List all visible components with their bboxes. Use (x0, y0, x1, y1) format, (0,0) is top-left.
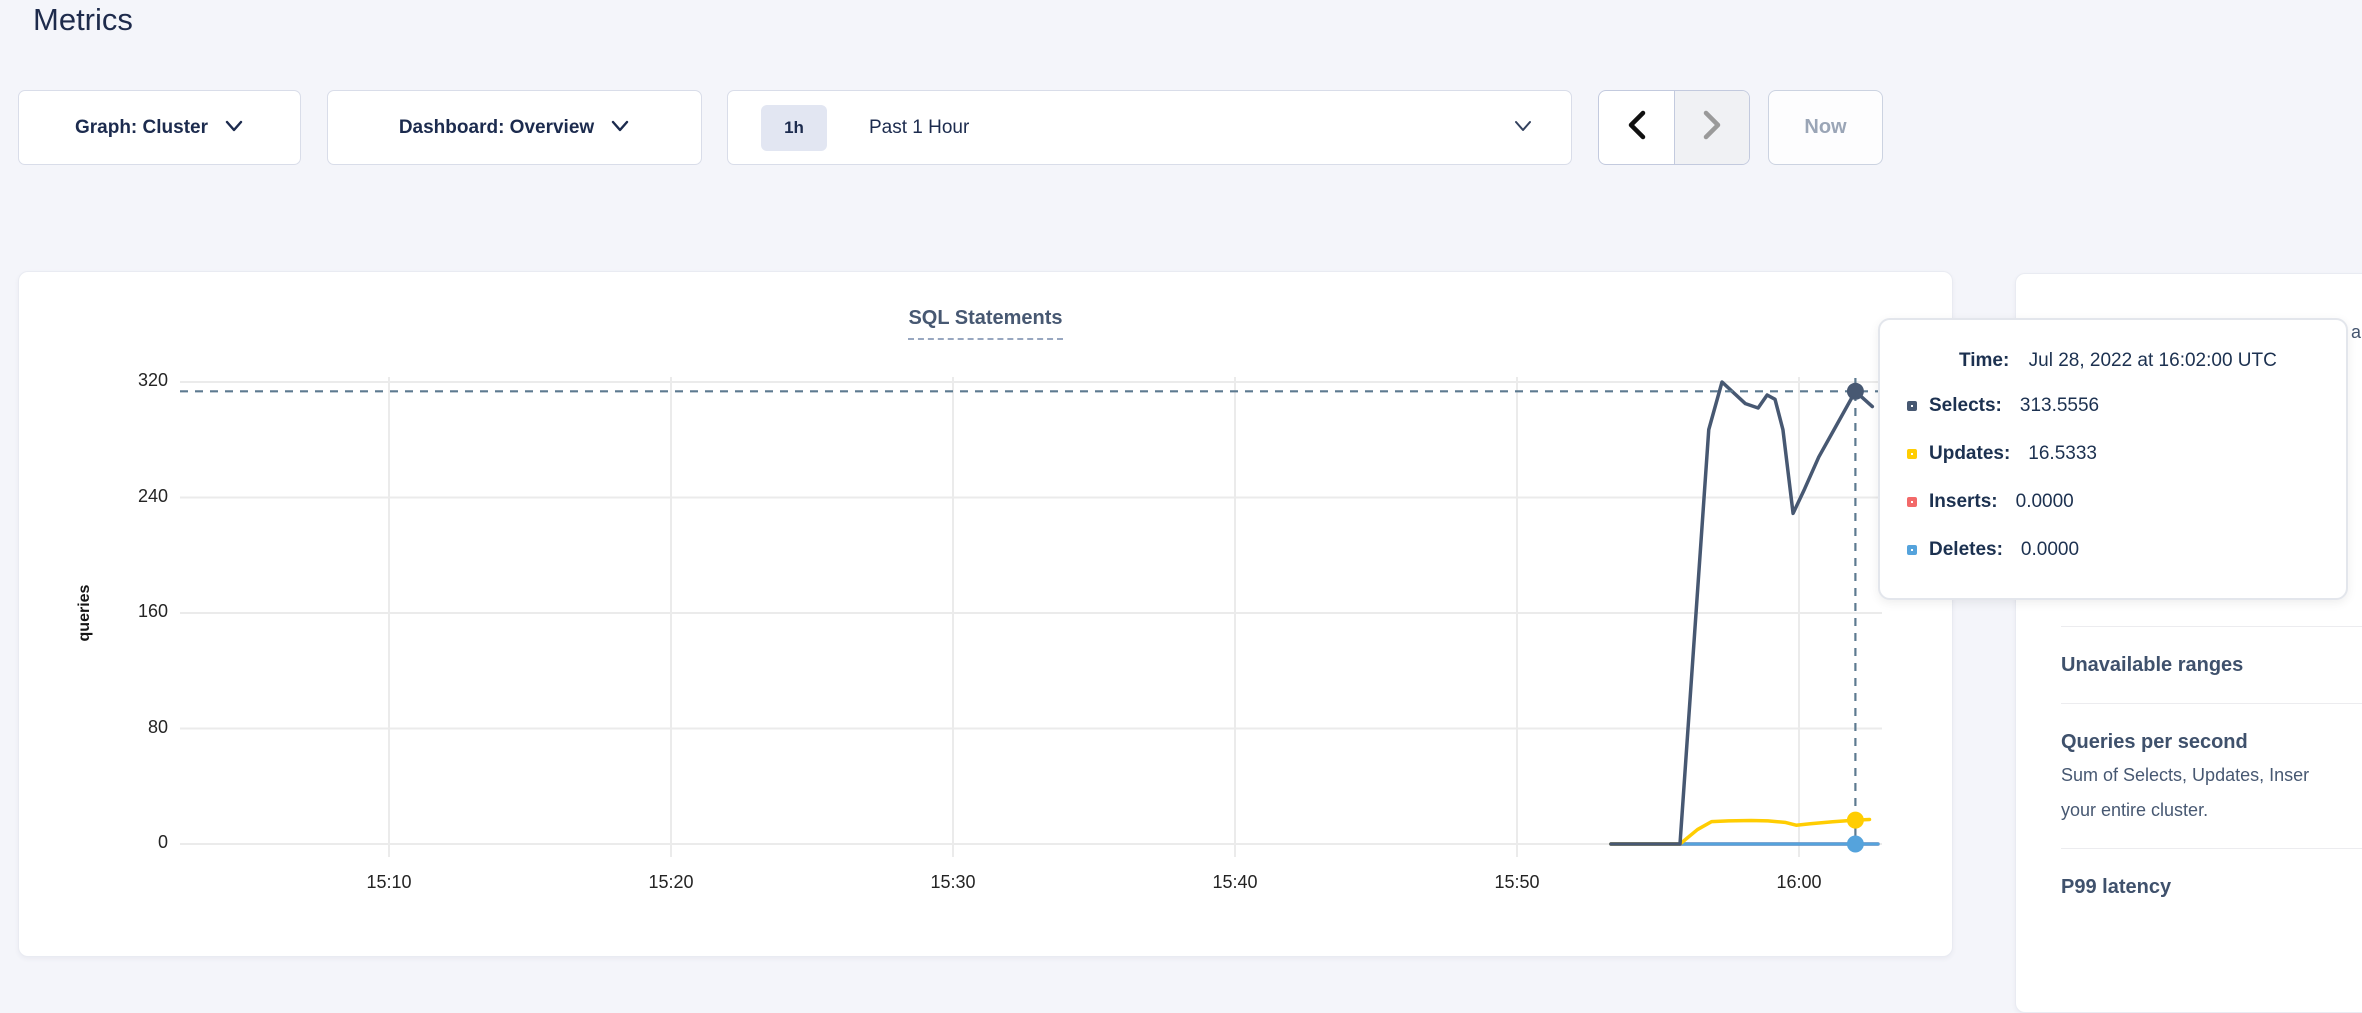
tooltip-series-label: Inserts: (1929, 491, 1998, 513)
next-timeframe-button[interactable] (1674, 91, 1749, 164)
x-tick-label: 16:00 (1776, 872, 1821, 893)
updates-series-swatch (1907, 449, 1917, 459)
dashboard-dropdown[interactable]: Dashboard: Overview (327, 90, 702, 165)
tooltip-series-value: 0.0000 (2021, 539, 2079, 561)
graph-scope-label: Graph: Cluster (75, 117, 208, 139)
tooltip-row: Deletes: 0.0000 (1907, 526, 2346, 574)
tooltip-row: Selects: 313.5556 (1907, 382, 2346, 430)
time-window-pager (1598, 90, 1750, 165)
sidebar-section-p99-latency: P99 latency (2016, 849, 2362, 925)
y-tick-label: 320 (106, 370, 168, 391)
tooltip-series-label: Deletes: (1929, 539, 2003, 561)
x-tick-label: 15:30 (930, 872, 975, 893)
inserts-series-swatch (1907, 497, 1917, 507)
tooltip-series-value: 0.0000 (2016, 491, 2074, 513)
tooltip-row: Updates: 16.5333 (1907, 430, 2346, 478)
chevron-right-icon (1701, 110, 1723, 145)
tooltip-series-label: Selects: (1929, 395, 2002, 417)
clipped-text-fragment: a (2351, 322, 2361, 343)
tooltip-time-label: Time: (1959, 350, 2009, 371)
tooltip-series-value: 16.5333 (2028, 443, 2097, 465)
sidebar-section-queries-per-second: Queries per second Sum of Selects, Updat… (2016, 704, 2362, 848)
sidebar-section-description-line: Sum of Selects, Updates, Inser (2061, 758, 2362, 793)
selects-series-swatch (1907, 401, 1917, 411)
chart-title: SQL Statements (19, 307, 1952, 330)
chevron-down-icon (1513, 117, 1533, 139)
sidebar-section-title: P99 latency (2061, 849, 2362, 925)
sidebar-section-title: Queries per second (2061, 704, 2362, 758)
time-range-dropdown[interactable]: 1h Past 1 Hour (727, 90, 1572, 165)
sidebar-section-title: Unavailable ranges (2061, 627, 2362, 703)
chart-title-text[interactable]: SQL Statements (908, 307, 1062, 340)
y-tick-label: 0 (106, 832, 168, 853)
graph-scope-dropdown[interactable]: Graph: Cluster (18, 90, 301, 165)
chart-hover-tooltip: Time: Jul 28, 2022 at 16:02:00 UTC Selec… (1878, 318, 2348, 600)
chevron-down-icon (610, 117, 630, 139)
x-tick-label: 15:50 (1494, 872, 1539, 893)
tooltip-time-value: Jul 28, 2022 at 16:02:00 UTC (2029, 350, 2277, 371)
y-tick-label: 80 (106, 717, 168, 738)
x-tick-label: 15:20 (648, 872, 693, 893)
y-axis-label: queries (76, 585, 94, 642)
tooltip-series-value: 313.5556 (2020, 395, 2099, 417)
tooltip-time-row: Time: Jul 28, 2022 at 16:02:00 UTC (1959, 350, 2346, 372)
sidebar-section-unavailable-ranges: Unavailable ranges (2016, 627, 2362, 703)
x-tick-label: 15:10 (366, 872, 411, 893)
y-tick-label: 240 (106, 486, 168, 507)
dashboard-label: Dashboard: Overview (399, 117, 594, 139)
time-range-label: Past 1 Hour (869, 117, 969, 139)
sidebar-section-description-line: your entire cluster. (2061, 793, 2362, 828)
time-range-badge: 1h (761, 105, 827, 151)
now-button-label: Now (1804, 116, 1846, 139)
page-title: Metrics (33, 2, 133, 38)
deletes-series-swatch (1907, 545, 1917, 555)
tooltip-row: Inserts: 0.0000 (1907, 478, 2346, 526)
chart-plot-area[interactable] (180, 377, 1882, 844)
y-tick-label: 160 (106, 601, 168, 622)
previous-timeframe-button[interactable] (1599, 91, 1674, 164)
chevron-down-icon (224, 117, 244, 139)
x-tick-label: 15:40 (1212, 872, 1257, 893)
chevron-left-icon (1626, 110, 1648, 145)
now-button[interactable]: Now (1768, 90, 1883, 165)
tooltip-series-label: Updates: (1929, 443, 2010, 465)
